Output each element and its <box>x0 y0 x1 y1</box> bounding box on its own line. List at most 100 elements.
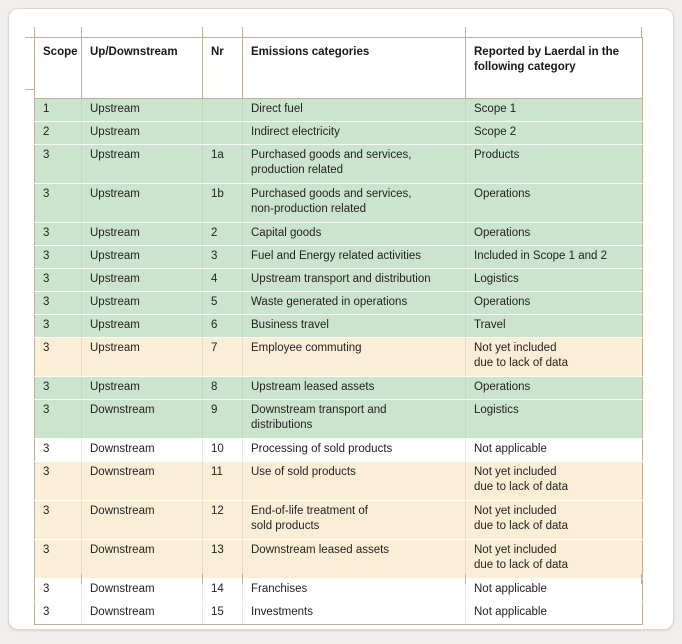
table-body: 1 Upstream Direct fuel Scope 1 2 Upstream Indi… <box>34 98 643 625</box>
cell-reported-category-line-2: due to lack of data <box>474 519 568 532</box>
cell-emissions-category-line-1: Purchased goods and services, <box>251 188 412 200</box>
cell-emissions-category-line-2: distributions <box>251 418 313 431</box>
cell-updownstream: Upstream <box>81 183 203 223</box>
cell-reported-category-line-1: Not applicable <box>474 606 547 618</box>
cell-reported-category: Products <box>465 144 643 184</box>
cell-updownstream: Upstream <box>81 245 203 269</box>
column-header-reported-line-2: following category <box>474 60 576 73</box>
grid-stub-top-col5 <box>465 27 466 37</box>
table-row: 1 Upstream Direct fuel Scope 1 <box>34 98 643 122</box>
cell-scope: 3 <box>34 337 82 377</box>
grid-stub-left-headerline <box>25 89 35 90</box>
cell-updownstream: Upstream <box>81 144 203 184</box>
cell-nr: 15 <box>202 601 243 625</box>
cell-reported-category-line-1: Not yet included <box>474 466 557 478</box>
cell-nr: 4 <box>202 268 243 292</box>
cell-reported-category: Not yet included due to lack of data <box>465 461 643 501</box>
table-row: 3 Downstream 10 Processing of sold products… <box>34 438 643 462</box>
cell-reported-category-line-1: Logistics <box>474 273 519 285</box>
cell-scope: 3 <box>34 539 82 579</box>
column-header-nr: Nr <box>202 37 243 99</box>
cell-emissions-category-line-1: Fuel and Energy related activities <box>251 250 422 262</box>
cell-nr: 12 <box>202 500 243 540</box>
cell-reported-category: Not yet included due to lack of data <box>465 500 643 540</box>
page-root: Scope Up/Downstream Nr Emissions categor… <box>0 0 682 644</box>
cell-emissions-category: Use of sold products <box>242 461 466 501</box>
cell-emissions-category-line-1: Investments <box>251 606 313 618</box>
column-header-scope: Scope <box>34 37 82 99</box>
grid-stub-bottom-col4 <box>242 574 243 584</box>
cell-reported-category: Operations <box>465 183 643 223</box>
cell-updownstream: Upstream <box>81 337 203 377</box>
cell-reported-category: Operations <box>465 376 643 400</box>
cell-reported-category: Travel <box>465 314 643 338</box>
cell-nr: 2 <box>202 222 243 246</box>
column-header-reported-by-laerdal: Reported by Laerdal in the following cat… <box>465 37 643 99</box>
cell-nr: 1b <box>202 183 243 223</box>
cell-emissions-category: Indirect electricity <box>242 121 466 145</box>
grid-stub-top-col4 <box>242 27 243 37</box>
cell-reported-category: Not yet included due to lack of data <box>465 539 643 579</box>
cell-emissions-category-line-1: Use of sold products <box>251 466 356 478</box>
table-row: 3 Upstream 1b Purchased goods and services,… <box>34 183 643 223</box>
cell-emissions-category-line-1: Waste generated in operations <box>251 296 408 308</box>
cell-nr: 11 <box>202 461 243 501</box>
table-row: 3 Downstream 14 Franchises Not applicable <box>34 578 643 602</box>
table-row: 3 Downstream 15 Investments Not applicable <box>34 601 643 625</box>
cell-reported-category-line-1: Not yet included <box>474 505 557 517</box>
cell-updownstream: Upstream <box>81 376 203 400</box>
cell-reported-category-line-1: Operations <box>474 188 531 200</box>
table-row: 3 Downstream 11 Use of sold products Not yet… <box>34 461 643 501</box>
cell-nr: 8 <box>202 376 243 400</box>
table-row: 3 Upstream 3 Fuel and Energy related activi… <box>34 245 643 269</box>
cell-updownstream: Downstream <box>81 438 203 462</box>
cell-emissions-category-line-1: Upstream transport and distribution <box>251 273 431 285</box>
grid-stub-bottom-col2 <box>81 574 82 584</box>
cell-emissions-category: End-of-life treatment of sold products <box>242 500 466 540</box>
cell-updownstream: Upstream <box>81 222 203 246</box>
cell-nr: 14 <box>202 578 243 602</box>
cell-emissions-category: Downstream leased assets <box>242 539 466 579</box>
table-row: 3 Downstream 9 Downstream transport and dist… <box>34 399 643 439</box>
cell-emissions-category: Franchises <box>242 578 466 602</box>
cell-nr: 10 <box>202 438 243 462</box>
cell-reported-category: Not applicable <box>465 578 643 602</box>
table-row: 3 Upstream 7 Employee commuting Not yet incl… <box>34 337 643 377</box>
cell-reported-category: Not yet included due to lack of data <box>465 337 643 377</box>
table-header-row: Scope Up/Downstream Nr Emissions categor… <box>34 37 643 99</box>
cell-reported-category: Not applicable <box>465 601 643 625</box>
table-row: 3 Upstream 8 Upstream leased assets Operatio… <box>34 376 643 400</box>
cell-nr <box>202 98 243 122</box>
table-row: 3 Upstream 4 Upstream transport and distrib… <box>34 268 643 292</box>
cell-emissions-category: Investments <box>242 601 466 625</box>
cell-scope: 3 <box>34 578 82 602</box>
cell-emissions-category-line-1: Business travel <box>251 319 329 331</box>
grid-stub-top-col2 <box>81 27 82 37</box>
table-row: 3 Upstream 2 Capital goods Operations <box>34 222 643 246</box>
cell-emissions-category: Direct fuel <box>242 98 466 122</box>
cell-nr: 5 <box>202 291 243 315</box>
cell-nr: 1a <box>202 144 243 184</box>
cell-reported-category: Operations <box>465 291 643 315</box>
table-header: Scope Up/Downstream Nr Emissions categor… <box>34 37 643 99</box>
cell-reported-category-line-1: Not applicable <box>474 443 547 455</box>
cell-emissions-category: Downstream transport and distributions <box>242 399 466 439</box>
cell-scope: 3 <box>34 291 82 315</box>
cell-emissions-category: Waste generated in operations <box>242 291 466 315</box>
grid-stub-top-col6 <box>641 27 642 37</box>
cell-scope: 3 <box>34 461 82 501</box>
cell-updownstream: Upstream <box>81 268 203 292</box>
grid-stub-bottom-col3 <box>202 574 203 584</box>
cell-scope: 3 <box>34 376 82 400</box>
grid-stub-bottom-col5 <box>465 574 466 584</box>
cell-reported-category-line-1: Not applicable <box>474 583 547 595</box>
cell-reported-category: Not applicable <box>465 438 643 462</box>
cell-nr <box>202 121 243 145</box>
cell-nr: 6 <box>202 314 243 338</box>
cell-emissions-category-line-1: Downstream transport and <box>251 404 387 416</box>
cell-emissions-category-line-1: Purchased goods and services, <box>251 149 412 161</box>
cell-reported-category-line-2: due to lack of data <box>474 356 568 369</box>
cell-reported-category-line-1: Scope 1 <box>474 103 517 115</box>
cell-reported-category-line-1: Not yet included <box>474 342 557 354</box>
grid-stub-top-col1 <box>34 27 35 37</box>
